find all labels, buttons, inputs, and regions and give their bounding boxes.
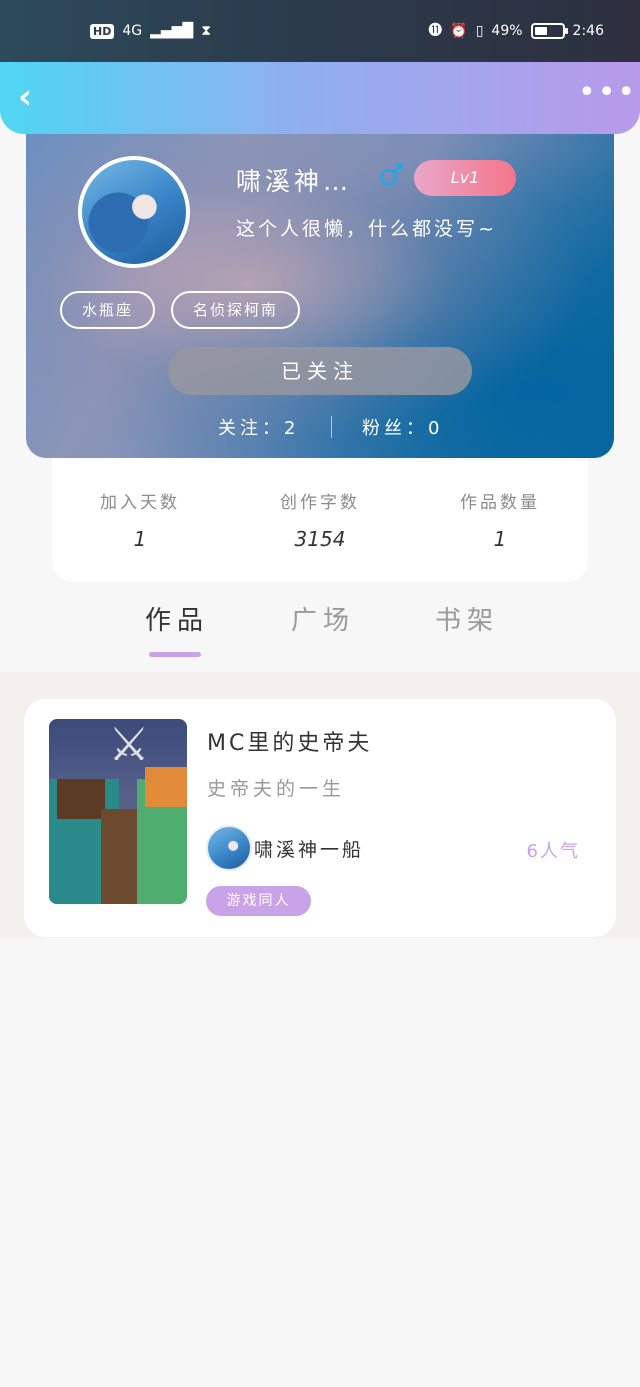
author-name[interactable]: 啸溪神一船 <box>254 835 364 862</box>
stat-works: 作品数量 1 <box>430 488 570 551</box>
tab-bar: 作品 广场 书架 <box>0 600 640 670</box>
header-bar: ‹ ••• <box>0 62 640 134</box>
stats-card: 加入天数 1 创作字数 3154 作品数量 1 <box>52 440 588 582</box>
chevron-left-icon[interactable]: ‹ <box>18 80 50 116</box>
status-right: ⓫ ⏰ ▯ 49% 2:46 <box>428 22 604 40</box>
alarm-icon: ⏰ <box>450 23 468 39</box>
avatar[interactable] <box>78 156 190 268</box>
stat-words: 创作字数 3154 <box>250 488 390 551</box>
tab-square[interactable]: 广场 <box>291 600 355 637</box>
follow-stats: 关注：2 粉丝：0 <box>26 414 614 444</box>
more-dots-icon[interactable]: ••• <box>578 78 635 114</box>
tag-zodiac[interactable]: 水瓶座 <box>60 291 156 329</box>
active-tab-indicator <box>149 652 201 657</box>
hourglass-icon: ⧗ <box>201 23 212 39</box>
tag-interest[interactable]: 名侦探柯南 <box>171 291 301 329</box>
user-bio: 这个人很懒，什么都没写~ <box>236 218 497 240</box>
work-cover-image[interactable]: ⚔ <box>49 719 187 904</box>
battery-icon <box>530 23 568 39</box>
battery-fill <box>534 27 548 35</box>
work-title[interactable]: MC里的史帝夫 <box>207 725 372 757</box>
stat-words-label: 创作字数 <box>280 493 360 513</box>
level-badge: Lv1 <box>414 160 516 196</box>
work-description: 史帝夫的一生 <box>207 778 346 800</box>
crossed-swords-icon: ⚔ <box>108 719 150 771</box>
tag-list: 水瓶座 名侦探柯南 <box>60 291 301 329</box>
stat-works-value: 1 <box>493 527 507 551</box>
tab-works[interactable]: 作品 <box>145 600 209 637</box>
popularity-count: 6人气 <box>526 841 580 862</box>
stat-days-value: 1 <box>133 527 147 551</box>
battery-percent: 49% <box>491 23 523 39</box>
author-avatar[interactable] <box>206 825 252 871</box>
clock: 2:46 <box>572 23 604 39</box>
male-gender-icon: ♂ <box>378 158 405 193</box>
follow-button[interactable]: 已关注 <box>168 347 472 395</box>
status-bar: HD 4G ▂▄▆█ ⧗ ⓫ ⏰ ▯ 49% 2:46 <box>0 0 640 62</box>
stat-works-label: 作品数量 <box>460 493 540 513</box>
vibrate-icon: ▯ <box>475 23 484 39</box>
tab-bookshelf[interactable]: 书架 <box>435 600 499 637</box>
fans-count[interactable]: 粉丝：0 <box>362 414 443 440</box>
stat-days: 加入天数 1 <box>70 488 210 551</box>
signal-icon: ▂▄▆█ <box>150 23 194 39</box>
hd-badge: HD <box>90 23 115 39</box>
stat-days-label: 加入天数 <box>100 493 180 513</box>
profile-card: 啸溪神… ♂ Lv1 这个人很懒，什么都没写~ 水瓶座 名侦探柯南 已关注 关注… <box>26 110 614 458</box>
status-left: HD 4G ▂▄▆█ ⧗ <box>90 22 211 40</box>
stat-words-value: 3154 <box>294 527 346 551</box>
category-tag[interactable]: 游戏同人 <box>206 886 311 916</box>
work-card[interactable]: ⚔ MC里的史帝夫 史帝夫的一生 啸溪神一船 6人气 游戏同人 <box>24 699 616 937</box>
stats-divider <box>331 416 332 438</box>
username: 啸溪神… <box>236 167 353 196</box>
network-type: 4G <box>122 23 143 39</box>
avatar-image <box>82 160 186 264</box>
following-count[interactable]: 关注：2 <box>218 414 299 440</box>
nfc-icon: ⓫ <box>428 23 443 39</box>
